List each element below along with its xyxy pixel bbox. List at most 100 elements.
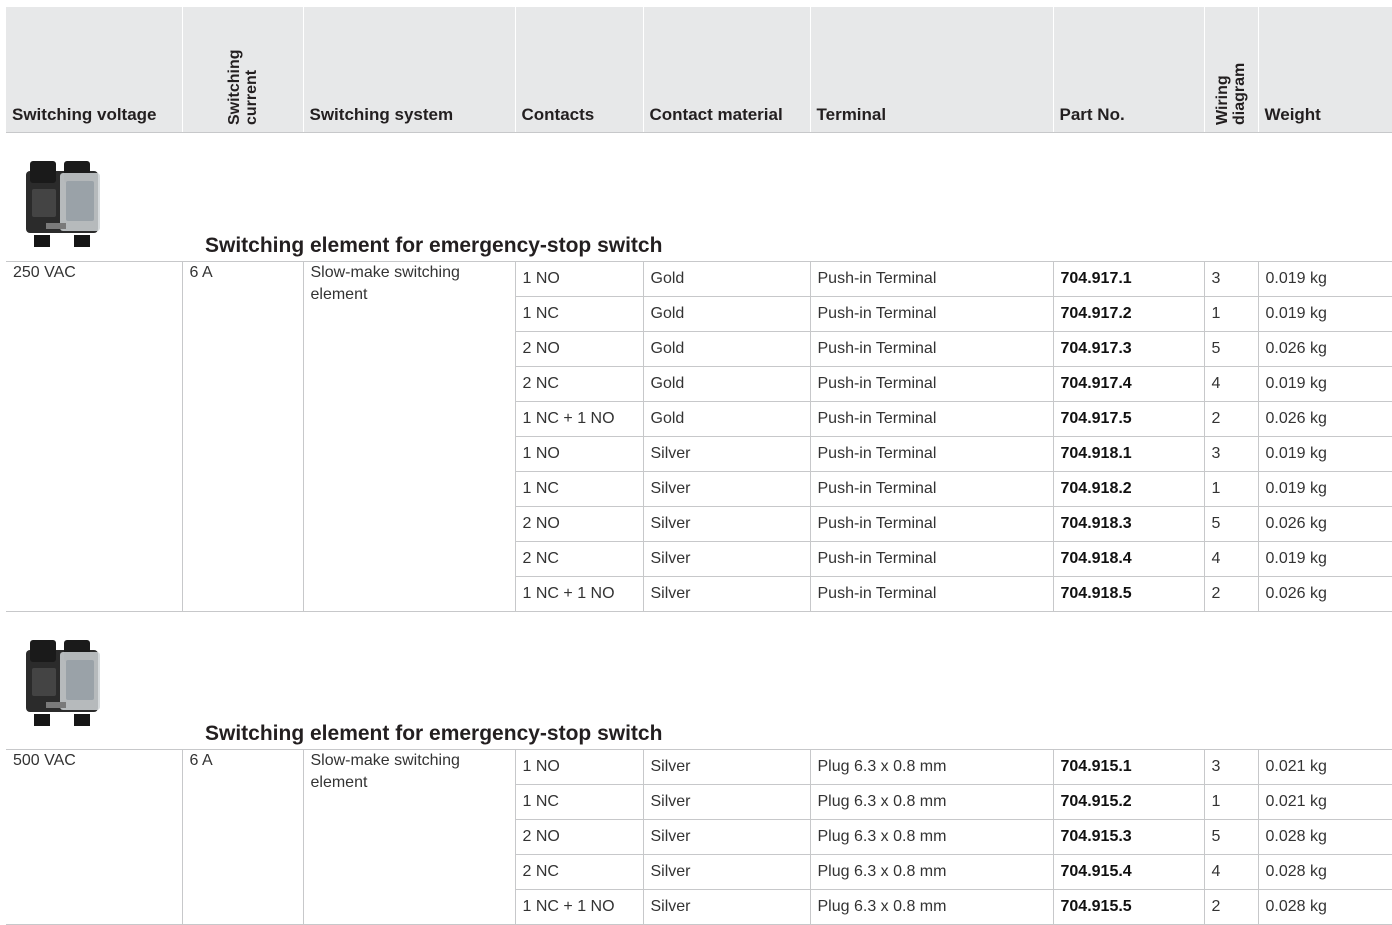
switching-voltage-cell: 500 VAC <box>6 749 182 925</box>
header-switching-current: Switching current <box>182 7 304 133</box>
header-row: Switching voltage Switching current Swit… <box>6 7 1392 133</box>
weight-cell: 0.019 kg <box>1257 366 1392 402</box>
weight-cell: 0.028 kg <box>1257 889 1392 925</box>
header-part-no: Part No. <box>1053 7 1205 133</box>
switching-current-cell: 6 A <box>181 749 303 925</box>
weight-cell: 0.026 kg <box>1257 506 1392 542</box>
contact-material-cell: Silver <box>642 506 810 542</box>
terminal-cell: Push-in Terminal <box>809 296 1053 332</box>
part-no-cell: 704.918.4 <box>1052 541 1204 577</box>
wiring-diagram-cell: 2 <box>1203 889 1258 925</box>
header-terminal: Terminal <box>810 7 1054 133</box>
contact-material-cell: Silver <box>642 784 810 820</box>
contacts-cell: 2 NO <box>514 506 643 542</box>
weight-cell: 0.019 kg <box>1257 296 1392 332</box>
contacts-cell: 1 NC <box>514 784 643 820</box>
part-no-cell: 704.917.1 <box>1052 261 1204 297</box>
contact-material-cell: Gold <box>642 331 810 367</box>
weight-cell: 0.026 kg <box>1257 401 1392 437</box>
weight-cell: 0.019 kg <box>1257 261 1392 297</box>
section-header-cell: Switching element for emergency-stop swi… <box>6 611 1392 750</box>
switching-voltage-cell: 250 VAC <box>6 261 182 612</box>
contacts-cell: 1 NO <box>514 749 643 785</box>
wiring-diagram-cell: 1 <box>1203 296 1258 332</box>
weight-cell: 0.028 kg <box>1257 819 1392 855</box>
terminal-cell: Push-in Terminal <box>809 261 1053 297</box>
part-no-cell: 704.915.2 <box>1052 784 1204 820</box>
terminal-cell: Push-in Terminal <box>809 541 1053 577</box>
terminal-cell: Push-in Terminal <box>809 366 1053 402</box>
contacts-cell: 2 NC <box>514 541 643 577</box>
spec-table: Switching voltage Switching current Swit… <box>6 7 1392 925</box>
terminal-cell: Plug 6.3 x 0.8 mm <box>809 784 1053 820</box>
wiring-diagram-cell: 1 <box>1203 784 1258 820</box>
wiring-diagram-cell: 1 <box>1203 471 1258 507</box>
table-row: 500 VAC 6 A Slow-make switching element 1 N… <box>6 749 1392 925</box>
section-header-row: Switching element for emergency-stop swi… <box>6 132 1392 262</box>
contact-material-cell: Silver <box>642 889 810 925</box>
part-no-cell: 704.918.1 <box>1052 436 1204 472</box>
contact-material-cell: Gold <box>642 296 810 332</box>
switching-element-photo <box>26 640 100 726</box>
part-no-cell: 704.918.3 <box>1052 506 1204 542</box>
contact-material-cell: Gold <box>642 401 810 437</box>
section-header-row: Switching element for emergency-stop swi… <box>6 611 1392 750</box>
weight-cell: 0.026 kg <box>1257 576 1392 612</box>
contacts-cell: 1 NO <box>514 436 643 472</box>
wiring-diagram-cell: 5 <box>1203 506 1258 542</box>
wiring-diagram-cell: 3 <box>1203 436 1258 472</box>
wiring-diagram-cell: 5 <box>1203 331 1258 367</box>
contacts-cell: 1 NC <box>514 471 643 507</box>
section-header-cell: Switching element for emergency-stop swi… <box>6 132 1392 262</box>
header-contacts: Contacts <box>515 7 644 133</box>
switching-current-cell: 6 A <box>181 261 303 612</box>
wiring-diagram-cell: 3 <box>1203 261 1258 297</box>
part-no-cell: 704.915.1 <box>1052 749 1204 785</box>
switching-element-photo <box>26 161 100 247</box>
contacts-cell: 2 NC <box>514 854 643 890</box>
terminal-cell: Push-in Terminal <box>809 436 1053 472</box>
part-no-cell: 704.917.3 <box>1052 331 1204 367</box>
contacts-cell: 2 NO <box>514 819 643 855</box>
terminal-cell: Push-in Terminal <box>809 401 1053 437</box>
wiring-diagram-cell: 2 <box>1203 401 1258 437</box>
switching-system-cell: Slow-make switching element <box>302 749 515 925</box>
terminal-cell: Push-in Terminal <box>809 576 1053 612</box>
terminal-cell: Plug 6.3 x 0.8 mm <box>809 819 1053 855</box>
part-no-cell: 704.917.4 <box>1052 366 1204 402</box>
contacts-cell: 1 NC + 1 NO <box>514 576 643 612</box>
part-no-cell: 704.917.5 <box>1052 401 1204 437</box>
contacts-cell: 1 NC <box>514 296 643 332</box>
part-no-cell: 704.917.2 <box>1052 296 1204 332</box>
part-no-cell: 704.915.4 <box>1052 854 1204 890</box>
weight-cell: 0.019 kg <box>1257 436 1392 472</box>
contact-material-cell: Silver <box>642 436 810 472</box>
contacts-cell: 1 NC + 1 NO <box>514 401 643 437</box>
wiring-diagram-cell: 4 <box>1203 541 1258 577</box>
wiring-diagram-cell: 4 <box>1203 366 1258 402</box>
header-switching-voltage: Switching voltage <box>6 7 183 133</box>
weight-cell: 0.019 kg <box>1257 541 1392 577</box>
weight-cell: 0.019 kg <box>1257 471 1392 507</box>
header-switching-system: Switching system <box>303 7 516 133</box>
header-contact-material: Contact material <box>643 7 811 133</box>
terminal-cell: Plug 6.3 x 0.8 mm <box>809 854 1053 890</box>
part-no-cell: 704.915.3 <box>1052 819 1204 855</box>
weight-cell: 0.021 kg <box>1257 749 1392 785</box>
contact-material-cell: Gold <box>642 366 810 402</box>
contacts-cell: 2 NC <box>514 366 643 402</box>
contact-material-cell: Silver <box>642 471 810 507</box>
section-title: Switching element for emergency-stop swi… <box>205 722 663 745</box>
contact-material-cell: Gold <box>642 261 810 297</box>
header-wiring-diagram: Wiring diagram <box>1204 7 1259 133</box>
weight-cell: 0.026 kg <box>1257 331 1392 367</box>
wiring-diagram-cell: 4 <box>1203 854 1258 890</box>
contact-material-cell: Silver <box>642 854 810 890</box>
terminal-cell: Plug 6.3 x 0.8 mm <box>809 749 1053 785</box>
switching-system-cell: Slow-make switching element <box>302 261 515 612</box>
terminal-cell: Push-in Terminal <box>809 331 1053 367</box>
section-title: Switching element for emergency-stop swi… <box>205 234 663 257</box>
weight-cell: 0.028 kg <box>1257 854 1392 890</box>
terminal-cell: Push-in Terminal <box>809 506 1053 542</box>
header-weight: Weight <box>1258 7 1392 133</box>
